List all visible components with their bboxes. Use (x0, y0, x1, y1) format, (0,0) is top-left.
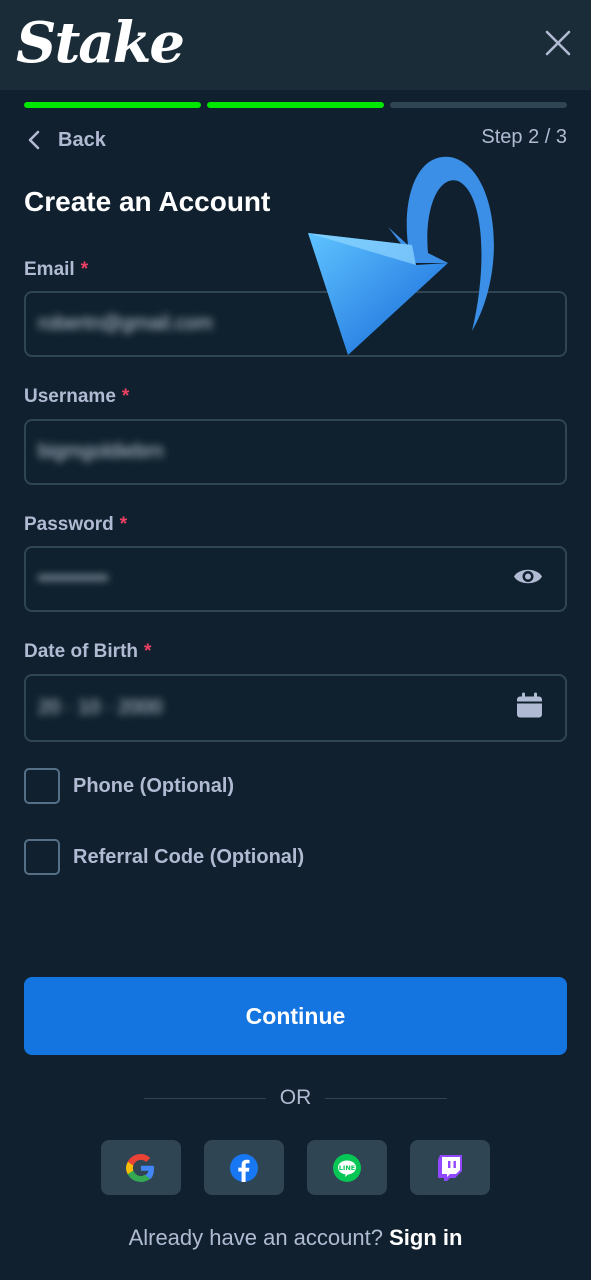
password-field[interactable]: •••••••••• (24, 546, 567, 612)
back-button[interactable]: Back (28, 124, 106, 156)
password-label: Password * (24, 514, 127, 536)
eye-icon (514, 569, 542, 584)
header-bar: Stake (0, 0, 591, 90)
close-button[interactable] (545, 30, 571, 56)
dob-value: 20 · 10 · 2000 (38, 696, 163, 719)
google-icon (126, 1153, 154, 1182)
toggle-password-visibility[interactable] (513, 567, 543, 592)
email-label: Email * (24, 259, 88, 281)
dob-label-text: Date of Birth (24, 641, 138, 662)
svg-text:LINE: LINE (339, 1164, 355, 1172)
phone-optional-label: Phone (Optional) (73, 774, 235, 797)
required-mark: * (121, 386, 130, 407)
twitch-signin-button[interactable] (410, 1140, 490, 1195)
password-label-text: Password (24, 514, 114, 535)
calendar-icon (517, 692, 542, 718)
progress-segment-3 (390, 102, 567, 108)
line-signin-button[interactable]: LINE (307, 1140, 387, 1195)
username-label-text: Username (24, 386, 116, 407)
progress-segment-1 (24, 102, 201, 108)
stake-logo: Stake (16, 10, 185, 76)
progress-segment-2 (207, 102, 384, 108)
facebook-signin-button[interactable] (204, 1140, 284, 1195)
phone-optional-checkbox[interactable]: Phone (Optional) (24, 768, 234, 804)
or-divider: OR (144, 1084, 447, 1114)
or-label: OR (279, 1086, 312, 1109)
open-calendar-button[interactable] (516, 692, 543, 724)
back-label: Back (58, 128, 106, 151)
dob-field[interactable]: 20 · 10 · 2000 (24, 674, 567, 742)
required-mark: * (80, 259, 89, 280)
line-icon: LINE (333, 1153, 361, 1182)
chevron-left-icon (28, 130, 40, 150)
close-icon (545, 30, 571, 56)
password-value: •••••••••• (38, 567, 109, 590)
continue-button[interactable]: Continue (24, 977, 567, 1055)
signin-link[interactable]: Sign in (389, 1225, 462, 1250)
checkbox-box[interactable] (24, 768, 60, 804)
twitch-icon (438, 1154, 462, 1181)
username-label: Username * (24, 386, 129, 408)
email-value: robertn@gmail.com (38, 312, 213, 335)
page-title: Create an Account (24, 186, 271, 217)
blue-arrow-annotation (308, 156, 494, 355)
referral-code-checkbox[interactable]: Referral Code (Optional) (24, 839, 304, 875)
required-mark: * (119, 514, 128, 535)
step-progress-bar (24, 102, 567, 108)
signin-prompt: Already have an account? Sign in (0, 1225, 591, 1251)
required-mark: * (144, 641, 152, 662)
referral-code-label: Referral Code (Optional) (73, 845, 305, 868)
checkbox-box[interactable] (24, 839, 60, 875)
email-label-text: Email (24, 259, 75, 280)
dob-label: Date of Birth * (24, 641, 151, 663)
facebook-icon (230, 1153, 258, 1182)
google-signin-button[interactable] (101, 1140, 181, 1195)
username-value: bigmgoldiebrn (38, 440, 164, 463)
username-field[interactable]: bigmgoldiebrn (24, 419, 567, 485)
signin-prompt-text: Already have an account? (128, 1225, 383, 1250)
